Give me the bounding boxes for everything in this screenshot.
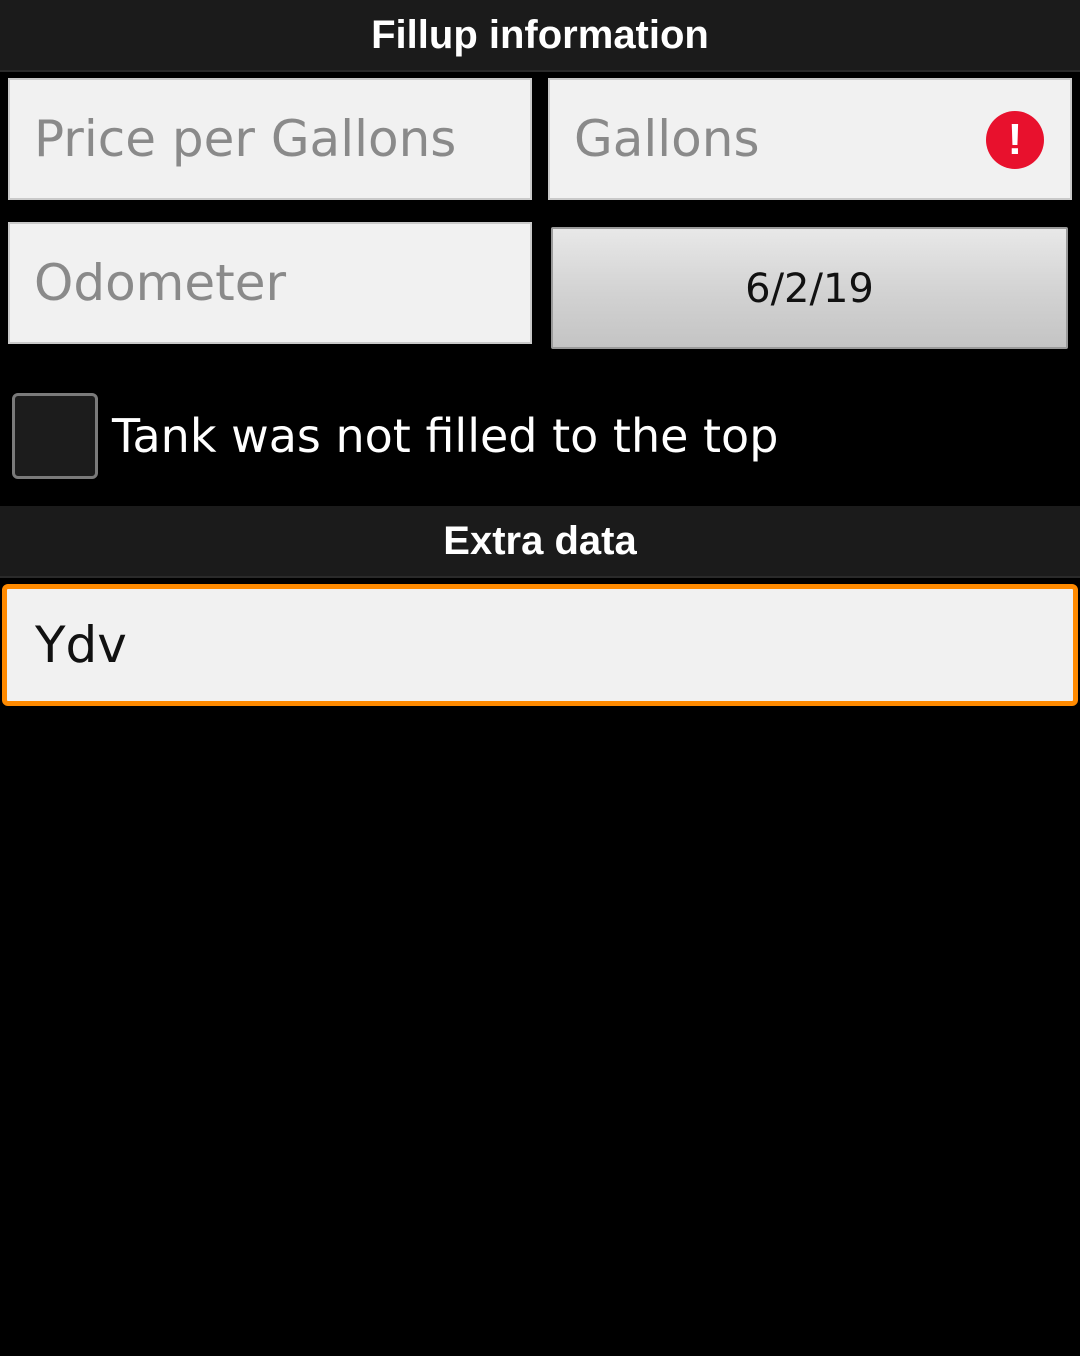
price-per-gallons-field[interactable]: Price per Gallons	[8, 78, 532, 200]
odometer-placeholder: Odometer	[34, 254, 287, 312]
error-icon: !	[986, 111, 1044, 169]
fillup-screen: Fillup information Price per Gallons Gal…	[0, 0, 1080, 1356]
gallons-placeholder: Gallons	[574, 110, 760, 168]
date-button-label: 6/2/19	[745, 266, 874, 312]
fillup-information-header: Fillup information	[0, 0, 1080, 72]
fillup-information-title: Fillup information	[371, 12, 709, 57]
extra-data-title: Extra data	[443, 518, 637, 563]
price-per-gallons-placeholder: Price per Gallons	[34, 110, 457, 168]
gallons-field[interactable]: Gallons !	[548, 78, 1072, 200]
tank-not-filled-checkbox[interactable]	[12, 393, 98, 479]
extra-data-header: Extra data	[0, 506, 1080, 578]
extra-data-value: Ydv	[35, 616, 127, 674]
odometer-field[interactable]: Odometer	[8, 222, 532, 344]
date-button[interactable]: 6/2/19	[551, 227, 1068, 349]
tank-not-filled-label: Tank was not filled to the top	[112, 409, 779, 463]
tank-not-filled-checkbox-row[interactable]: Tank was not filled to the top	[12, 390, 778, 482]
extra-data-field[interactable]: Ydv	[2, 584, 1078, 706]
